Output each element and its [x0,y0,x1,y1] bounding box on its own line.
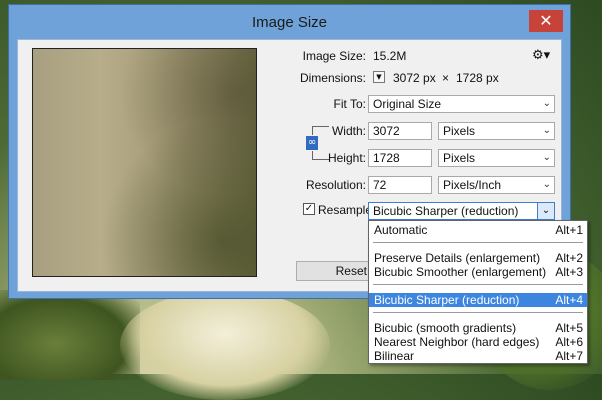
dimensions-units-button[interactable]: ▼ [373,71,385,83]
chevron-down-icon: ⌄ [542,125,551,136]
dimensions-label: Dimensions: [299,71,366,85]
fit-to-value: Original Size [373,97,442,111]
chevron-down-icon: ⌄ [542,179,551,190]
chevron-down-icon: ⌄ [542,98,551,109]
height-label: Height: [327,151,366,165]
width-label: Width: [331,124,366,138]
resample-option[interactable]: Preserve Details (enlargement) Alt+2 [369,251,587,265]
triangle-down-icon: ▼ [376,73,382,81]
resample-dropdown-button[interactable]: ⌄ [537,203,554,219]
resample-select[interactable]: Bicubic Sharper (reduction) ⌄ [368,202,555,220]
background-photo-region [120,290,330,400]
resolution-label: Resolution: [305,178,366,192]
dialog-title: Image Size [251,14,328,31]
resample-value: Bicubic Sharper (reduction) [373,204,519,218]
dimensions-width-value: 3072 px [393,71,436,85]
settings-button[interactable]: ⚙▾ [532,48,550,63]
resolution-input[interactable]: 72 [368,176,432,194]
image-size-value: 15.2M [373,49,407,63]
reset-button[interactable]: Reset [296,261,376,281]
resample-option[interactable]: Bicubic (smooth gradients) Alt+5 [369,321,587,335]
resample-dropdown-list: Automatic Alt+1 Preserve Details (enlarg… [368,220,588,364]
option-label: Bicubic Smoother (enlargement) [374,265,547,279]
constrain-proportions-button[interactable]: ∞ [306,136,318,150]
menu-separator [373,312,583,313]
close-button[interactable]: ✕ [529,10,563,32]
menu-separator [373,242,583,243]
resample-option[interactable]: Bilinear Alt+7 [369,349,587,363]
close-icon: ✕ [539,11,553,30]
fit-to-select[interactable]: Original Size ⌄ [368,95,555,113]
height-input[interactable]: 1728 [368,149,432,167]
option-label: Bilinear [374,349,415,363]
width-input[interactable]: 3072 [368,122,432,140]
chain-link-icon: ∞ [307,137,317,148]
resolution-unit-value: Pixels/Inch [443,178,502,192]
option-shortcut: Alt+6 [555,335,583,349]
resample-checkbox[interactable]: ✓ [303,203,315,215]
resample-option-selected[interactable]: Bicubic Sharper (reduction) Alt+4 [369,293,587,307]
height-unit-value: Pixels [443,151,476,165]
option-label: Nearest Neighbor (hard edges) [374,335,540,349]
option-label: Bicubic Sharper (reduction) [374,293,520,307]
resample-label[interactable]: Resample: [318,203,375,217]
option-label: Automatic [374,223,428,237]
option-shortcut: Alt+3 [555,265,583,279]
image-size-label: Image Size: [302,49,366,63]
fit-to-label: Fit To: [333,97,366,111]
resample-option[interactable]: Bicubic Smoother (enlargement) Alt+3 [369,265,587,279]
chevron-down-icon: ⌄ [541,205,551,216]
option-shortcut: Alt+7 [555,349,583,363]
resample-option[interactable]: Nearest Neighbor (hard edges) Alt+6 [369,335,587,349]
width-unit-value: Pixels [443,124,476,138]
title-bar[interactable]: Image Size ✕ [9,5,570,39]
dimensions-times: × [442,71,450,85]
option-label: Preserve Details (enlargement) [374,251,541,265]
width-unit-select[interactable]: Pixels ⌄ [438,122,555,140]
option-shortcut: Alt+1 [555,223,583,237]
image-preview[interactable] [32,48,257,277]
option-shortcut: Alt+4 [555,293,583,307]
gear-icon: ⚙▾ [532,48,551,63]
resample-option[interactable]: Automatic Alt+1 [369,223,587,237]
option-label: Bicubic (smooth gradients) [374,321,517,335]
option-shortcut: Alt+5 [555,321,583,335]
dimensions-height-value: 1728 px [456,71,499,85]
resolution-unit-select[interactable]: Pixels/Inch ⌄ [438,176,555,194]
option-shortcut: Alt+2 [555,251,583,265]
chevron-down-icon: ⌄ [542,152,551,163]
height-unit-select[interactable]: Pixels ⌄ [438,149,555,167]
menu-separator [373,284,583,285]
background-photo-region [0,290,140,380]
